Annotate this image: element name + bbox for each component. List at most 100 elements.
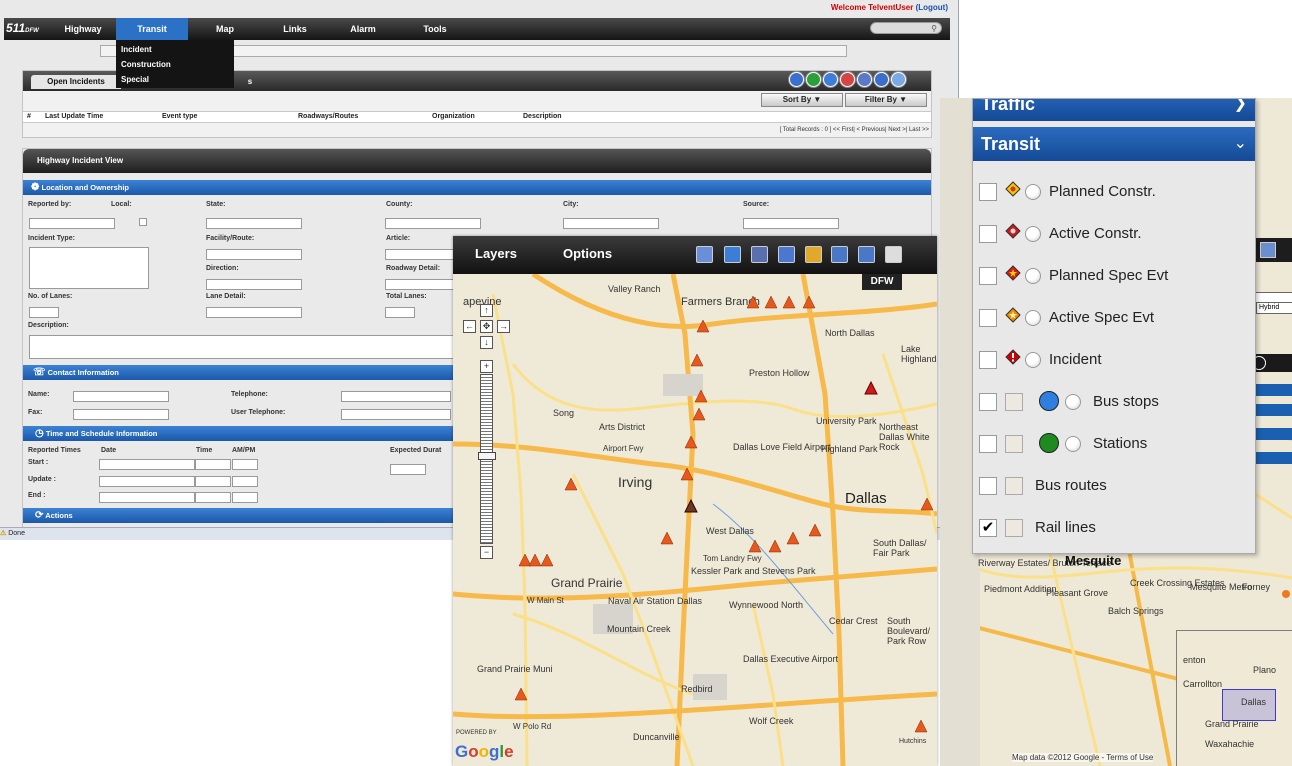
col-description[interactable]: Description — [523, 113, 562, 120]
user-telephone-field[interactable] — [341, 409, 451, 420]
source-field[interactable] — [743, 218, 839, 229]
pan-left-button[interactable]: ← — [463, 320, 476, 333]
pan-hand-icon[interactable] — [885, 246, 902, 263]
location-section-header[interactable]: ❁ Location and Ownership — [23, 180, 931, 195]
expected-duration-field[interactable] — [390, 464, 426, 475]
layer-row-bus-routes[interactable]: Bus routes — [973, 465, 1255, 507]
sort-by-button[interactable]: Sort By ▼ — [761, 93, 843, 107]
city-field[interactable] — [563, 218, 659, 229]
active-spec-evt-radio[interactable] — [1025, 310, 1041, 326]
layer-row-active-spec-evt[interactable]: Active Spec Evt — [973, 297, 1255, 339]
delete-icon[interactable] — [840, 72, 855, 87]
pan-down-button[interactable]: ↓ — [480, 336, 493, 349]
nav-map[interactable]: Map — [196, 18, 254, 40]
layer-toggle-icon[interactable] — [805, 246, 822, 263]
overview-map[interactable]: enton Plano Carrollton Dallas Grand Prai… — [1176, 630, 1292, 766]
bus-routes-checkbox[interactable] — [979, 477, 997, 495]
reported-by-field[interactable] — [29, 218, 115, 229]
planned-spec-evt-checkbox[interactable] — [979, 267, 997, 285]
layer-row-incident[interactable]: Incident — [973, 339, 1255, 381]
direction-field[interactable] — [206, 279, 302, 290]
lanes-field[interactable] — [29, 307, 59, 318]
start-ampm-field[interactable] — [232, 459, 258, 470]
planned-spec-evt-radio[interactable] — [1025, 268, 1041, 284]
clear-selection-icon[interactable] — [751, 246, 768, 263]
zoom-slider-thumb[interactable] — [478, 452, 496, 460]
map-credit[interactable]: Map data ©2012 Google - Terms of Use — [1012, 753, 1154, 762]
pan-up-button[interactable]: ↑ — [480, 304, 493, 317]
active-spec-evt-checkbox[interactable] — [979, 309, 997, 327]
menu-item-construction[interactable]: Construction — [121, 60, 171, 69]
options-menu[interactable]: Options — [563, 246, 612, 261]
total-lanes-field[interactable] — [385, 307, 415, 318]
pan-center-button[interactable]: ✥ — [480, 320, 493, 333]
col-roadways[interactable]: Roadways/Routes — [298, 113, 358, 120]
pan-right-button[interactable]: → — [497, 320, 510, 333]
article-field[interactable] — [385, 249, 457, 260]
nav-transit[interactable]: Transit — [116, 18, 188, 40]
select-arrow-icon[interactable] — [724, 246, 741, 263]
planned-constr-radio[interactable] — [1025, 184, 1041, 200]
bus-routes-secondary-checkbox[interactable] — [1005, 477, 1023, 495]
bus-stops-secondary-checkbox[interactable] — [1005, 393, 1023, 411]
state-field[interactable] — [206, 218, 302, 229]
update-date-field[interactable] — [99, 476, 195, 487]
help-icon[interactable] — [891, 72, 906, 87]
filter-by-button[interactable]: Filter By ▼ — [845, 93, 927, 107]
active-constr-checkbox[interactable] — [979, 225, 997, 243]
start-date-field[interactable] — [99, 459, 195, 470]
tab-closed-incidents[interactable]: s — [235, 75, 265, 89]
pan-icon[interactable] — [1260, 242, 1276, 258]
rail-lines-secondary-checkbox[interactable] — [1005, 519, 1023, 537]
incident-checkbox[interactable] — [979, 351, 997, 369]
col-organization[interactable]: Organization — [432, 113, 475, 120]
zoom-out-icon[interactable] — [858, 246, 875, 263]
traffic-section-header[interactable]: Traffic ❯ — [973, 99, 1255, 121]
bus-stops-checkbox[interactable] — [979, 393, 997, 411]
stations-secondary-checkbox[interactable] — [1005, 435, 1023, 453]
telephone-field[interactable] — [341, 391, 451, 402]
layer-row-planned-spec-evt[interactable]: Planned Spec Evt — [973, 255, 1255, 297]
zoom-in-icon[interactable] — [831, 246, 848, 263]
layer-row-stations[interactable]: Stations — [973, 423, 1255, 465]
layer-row-rail-lines[interactable]: ✔ Rail lines — [973, 507, 1255, 549]
print-icon[interactable] — [696, 246, 713, 263]
col-last-update[interactable]: Last Update Time — [45, 113, 103, 120]
fax-field[interactable] — [73, 409, 169, 420]
name-field[interactable] — [73, 391, 169, 402]
planned-constr-checkbox[interactable] — [979, 183, 997, 201]
incident-radio[interactable] — [1025, 352, 1041, 368]
logout-link[interactable]: (Logout) — [916, 3, 948, 12]
tab-open-incidents[interactable]: Open Incidents — [31, 75, 121, 89]
lane-detail-field[interactable] — [206, 307, 302, 318]
layer-row-bus-stops[interactable]: Bus stops — [973, 381, 1255, 423]
stations-checkbox[interactable] — [979, 435, 997, 453]
end-date-field[interactable] — [99, 492, 195, 503]
nav-links[interactable]: Links — [266, 18, 324, 40]
start-time-field[interactable] — [195, 459, 231, 470]
end-time-field[interactable] — [195, 492, 231, 503]
main-map-window[interactable]: apevine Valley Ranch Farmers Branch Nort… — [453, 236, 937, 766]
info-icon[interactable] — [778, 246, 795, 263]
nav-search-input[interactable]: ⚲ — [870, 22, 942, 34]
zoom-in-button[interactable]: + — [480, 360, 493, 373]
stations-radio[interactable] — [1065, 436, 1081, 452]
facility-route-field[interactable] — [206, 249, 302, 260]
zoom-out-button[interactable]: − — [480, 546, 493, 559]
county-field[interactable] — [385, 218, 481, 229]
col-number[interactable]: # — [27, 113, 31, 120]
active-constr-radio[interactable] — [1025, 226, 1041, 242]
refresh-icon[interactable] — [789, 72, 804, 87]
bus-stops-radio[interactable] — [1065, 394, 1081, 410]
edit-icon[interactable] — [806, 72, 821, 87]
check-icon[interactable] — [823, 72, 838, 87]
nav-highway[interactable]: Highway — [54, 18, 112, 40]
update-time-field[interactable] — [195, 476, 231, 487]
roadway-detail-field[interactable] — [385, 279, 457, 290]
nav-tools[interactable]: Tools — [406, 18, 464, 40]
incident-type-list[interactable] — [29, 247, 149, 289]
nav-alarm[interactable]: Alarm — [334, 18, 392, 40]
update-ampm-field[interactable] — [232, 476, 258, 487]
close-icon[interactable] — [857, 72, 872, 87]
local-checkbox[interactable] — [139, 218, 147, 226]
